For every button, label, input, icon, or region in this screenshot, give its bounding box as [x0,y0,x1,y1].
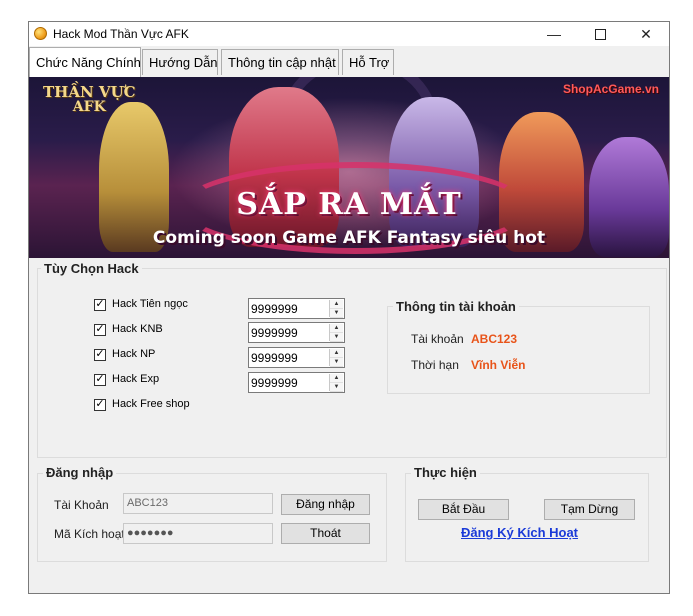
maximize-button[interactable] [577,22,623,46]
banner-headline: SẮP RA MẮT [236,187,462,222]
exp-stepper[interactable]: 9999999 ▲ ▼ [248,372,345,393]
account-info-title: Thông tin tài khoản [393,299,519,314]
account-info-group [387,306,650,394]
app-window: Hack Mod Thần Vực AFK — ✕ Chức Năng Chín… [28,21,670,594]
start-button[interactable]: Bắt Đầu [418,499,509,520]
promo-banner: THẦN VỰC AFK ShopAcGame.vn SẮP RA MẮT Co… [29,77,669,258]
tab-main-functions[interactable]: Chức Năng Chính [29,47,141,77]
activation-code-label: Mã Kích hoạt [54,527,125,541]
spin-down-icon: ▼ [330,309,343,318]
knb-stepper[interactable]: 9999999 ▲ ▼ [248,322,345,343]
tab-guide[interactable]: Hướng Dẫn [142,49,218,75]
minimize-button[interactable]: — [531,22,577,46]
banner-subline: Coming soon Game AFK Fantasy siêu hot [152,228,546,248]
title-bar: Hack Mod Thần Vực AFK — ✕ [29,22,669,46]
tab-bar: Chức Năng Chính Hướng Dẫn Thông tin cập … [29,47,669,77]
spin-up-icon: ▲ [330,349,343,358]
term-value: Vĩnh Viễn [471,358,526,372]
spin-down-icon: ▼ [330,358,343,367]
window-title: Hack Mod Thần Vực AFK [53,27,189,41]
spin-up-icon: ▲ [330,324,343,333]
checkbox-check-icon: ✓ [94,323,106,336]
login-account-label: Tài Khoản [54,498,109,512]
app-icon [34,27,47,40]
checkbox-check-icon: ✓ [94,373,106,386]
shop-watermark: ShopAcGame.vn [562,82,659,96]
activation-code-field[interactable]: ●●●●●●● [123,523,273,544]
tab-support[interactable]: Hỗ Trợ [342,49,394,75]
login-title: Đăng nhập [43,465,117,480]
np-stepper[interactable]: 9999999 ▲ ▼ [248,347,345,368]
spin-up-icon: ▲ [330,374,343,383]
maximize-icon [594,29,606,40]
checkbox-check-icon: ✓ [94,298,106,311]
spin-down-icon: ▼ [330,383,343,392]
login-button[interactable]: Đăng nhập [281,494,370,515]
login-group [37,473,387,562]
execute-title: Thực hiện [411,465,480,480]
account-value: ABC123 [471,332,518,346]
tien-ngoc-stepper[interactable]: 9999999 ▲ ▼ [248,298,345,319]
account-label: Tài khoản [411,332,464,346]
checkbox-check-icon: ✓ [94,348,106,361]
pause-button[interactable]: Tạm Dừng [544,499,635,520]
tab-update-info[interactable]: Thông tin cập nhật [221,49,339,75]
spin-up-icon: ▲ [330,300,343,309]
spin-down-icon: ▼ [330,333,343,342]
account-field[interactable]: ABC123 [123,493,273,514]
close-button[interactable]: ✕ [623,22,669,46]
exit-button[interactable]: Thoát [281,523,370,544]
term-label: Thời hạn [411,358,459,372]
checkbox-check-icon: ✓ [94,398,106,411]
hack-options-title: Tùy Chọn Hack [41,261,142,276]
game-logo: THẦN VỰC AFK [43,83,136,115]
register-activation-link[interactable]: Đăng Ký Kích Hoạt [461,525,578,540]
